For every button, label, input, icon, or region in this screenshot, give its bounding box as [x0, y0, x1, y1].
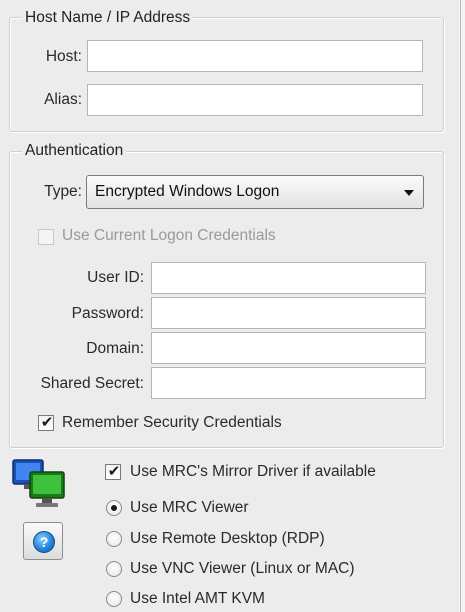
help-icon: ? — [33, 531, 55, 553]
domain-input[interactable] — [151, 332, 426, 364]
computers-icon — [12, 459, 65, 507]
use-current-credentials-label: Use Current Logon Credentials — [62, 227, 276, 244]
host-label: Host: — [45, 48, 82, 65]
use-current-credentials-checkbox[interactable] — [38, 229, 54, 245]
auth-group-title: Authentication — [22, 142, 127, 160]
mirror-driver-label: Use MRC's Mirror Driver if available — [130, 463, 376, 480]
domain-label: Domain: — [86, 340, 144, 357]
shared-secret-label: Shared Secret: — [40, 375, 144, 392]
type-label: Type: — [44, 183, 82, 200]
dropdown-arrow-icon — [404, 190, 414, 196]
remember-credentials-label: Remember Security Credentials — [62, 414, 282, 431]
password-label: Password: — [71, 305, 144, 322]
auth-type-value: Encrypted Windows Logon — [95, 183, 280, 200]
user-id-input[interactable] — [151, 262, 426, 294]
radio-intel-amt-kvm[interactable] — [106, 591, 122, 607]
option-intel-amt-kvm-label: Use Intel AMT KVM — [130, 590, 265, 607]
user-id-label: User ID: — [87, 269, 144, 286]
host-input[interactable] — [87, 40, 423, 72]
radio-remote-desktop[interactable] — [106, 531, 122, 547]
option-mrc-viewer-label: Use MRC Viewer — [130, 499, 249, 516]
mirror-driver-checkbox[interactable]: ✔ — [105, 463, 121, 480]
radio-mrc-viewer[interactable] — [106, 500, 122, 516]
checkmark-icon: ✔ — [40, 414, 54, 431]
option-remote-desktop-label: Use Remote Desktop (RDP) — [130, 530, 325, 547]
host-group-title: Host Name / IP Address — [22, 9, 194, 27]
auth-type-select[interactable]: Encrypted Windows Logon — [86, 175, 424, 209]
radio-selected-dot — [111, 505, 117, 511]
remember-credentials-checkbox[interactable]: ✔ — [38, 414, 54, 431]
shared-secret-input[interactable] — [151, 367, 426, 399]
help-button[interactable]: ? — [23, 522, 63, 560]
radio-vnc-viewer[interactable] — [106, 561, 122, 577]
alias-label: Alias: — [44, 91, 82, 108]
checkmark-icon: ✔ — [107, 463, 121, 480]
alias-input[interactable] — [87, 84, 423, 116]
password-input[interactable] — [151, 297, 426, 329]
panel-right-edge — [459, 0, 465, 612]
option-vnc-viewer-label: Use VNC Viewer (Linux or MAC) — [130, 560, 355, 577]
